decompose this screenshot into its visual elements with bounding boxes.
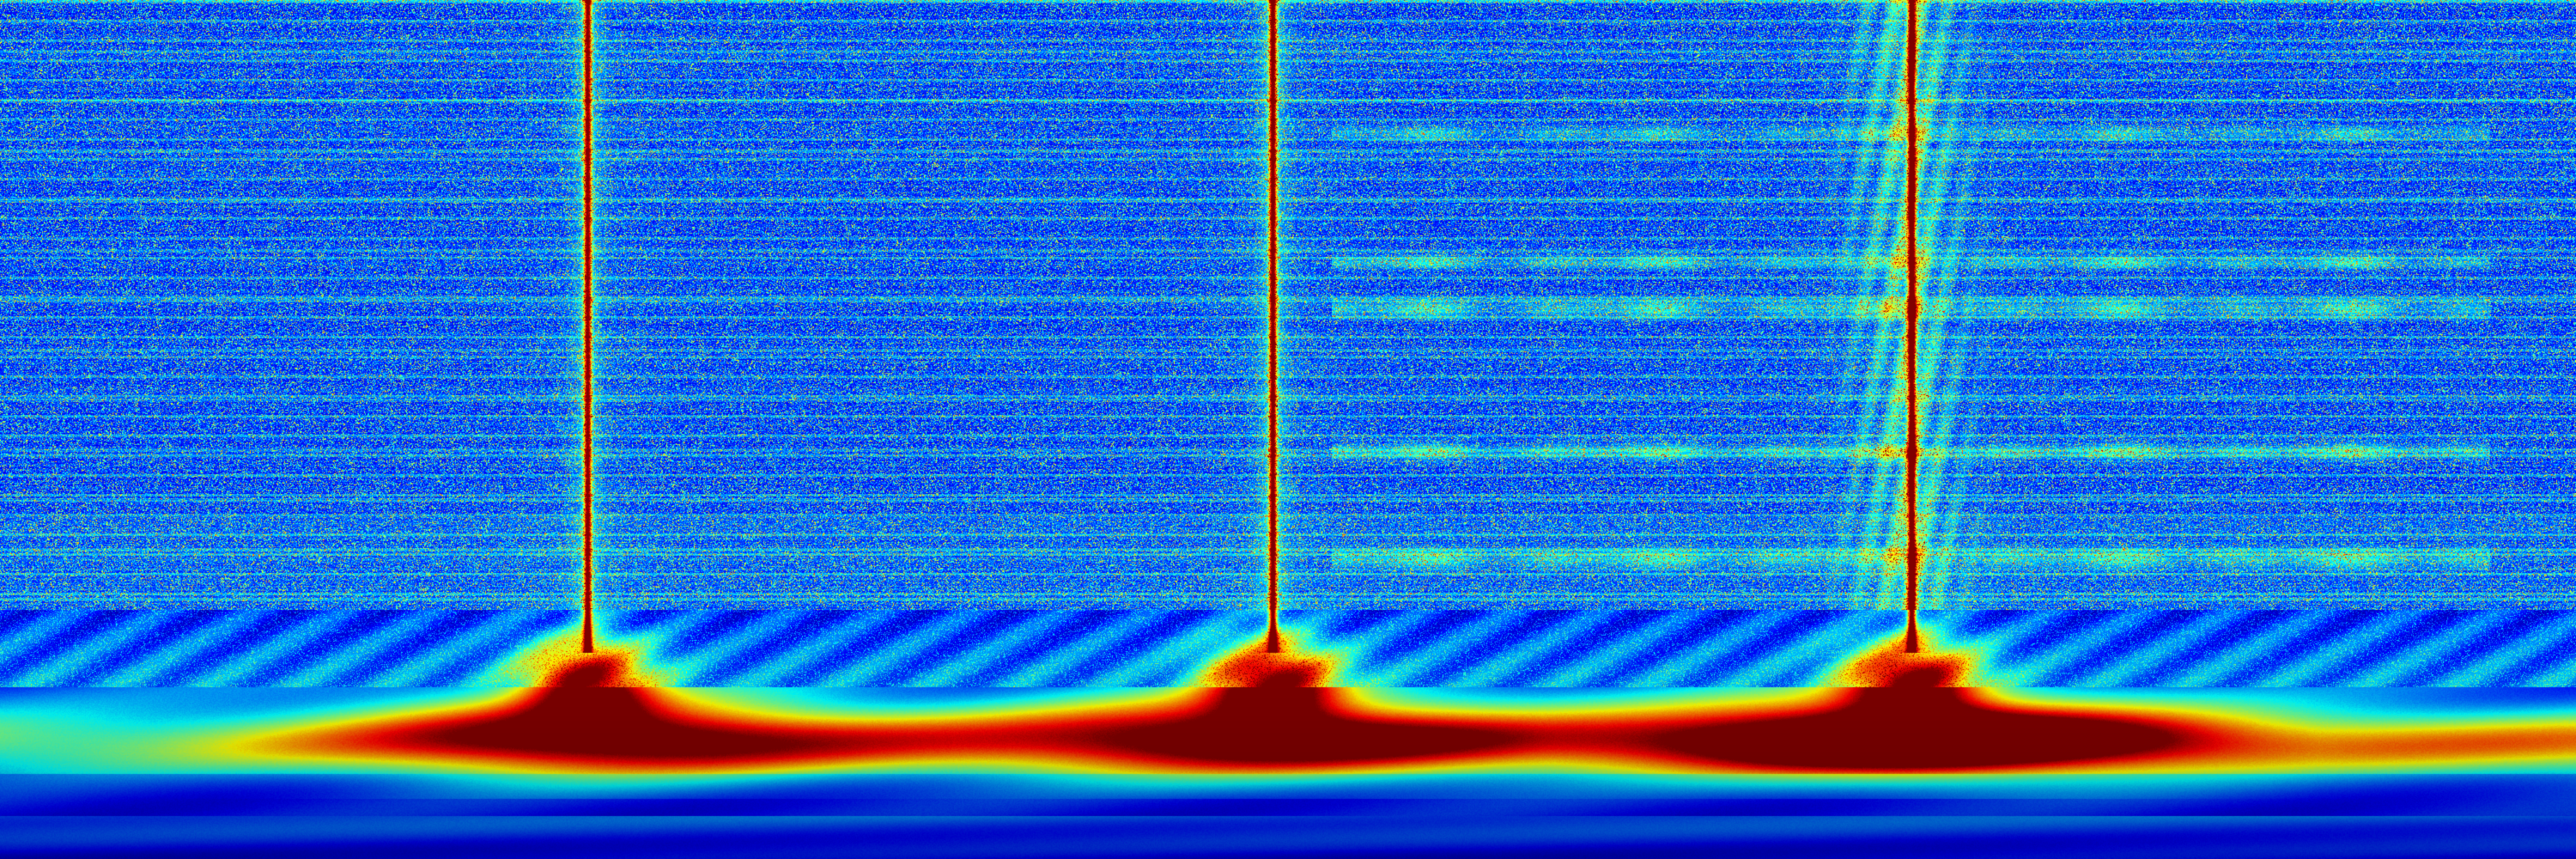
spectrogram-view [0,0,2576,859]
spectrogram-image [0,0,2576,859]
